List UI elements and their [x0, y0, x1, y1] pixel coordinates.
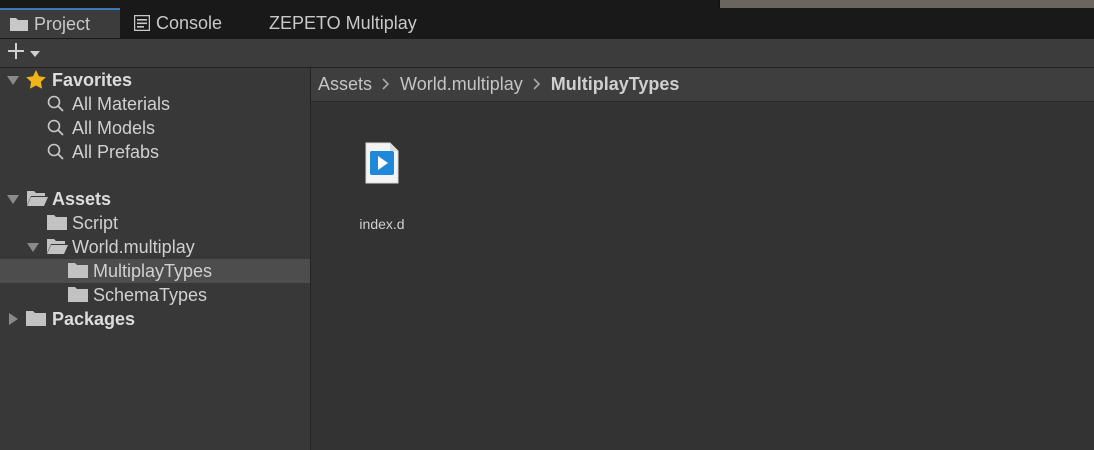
scene-view-edge — [718, 0, 1094, 8]
expand-arrow-icon[interactable] — [7, 76, 19, 85]
breadcrumb-assets[interactable]: Assets — [318, 74, 372, 95]
tree-item-all-materials[interactable]: All Materials — [0, 92, 310, 116]
tree-item-label: World.multiplay — [72, 237, 195, 257]
tree-item-all-prefabs[interactable]: All Prefabs — [0, 140, 310, 164]
project-content-panel: Assets World.multiplay MultiplayTypes in… — [311, 68, 1094, 450]
project-toolbar — [0, 39, 1094, 68]
tree-item-schematypes[interactable]: SchemaTypes — [0, 283, 310, 307]
tree-packages-label: Packages — [52, 309, 136, 329]
tab-bar: Project Console ZEPETO Multiplay — [0, 8, 1094, 39]
tab-zepeto-label: ZEPETO Multiplay — [269, 12, 417, 33]
tree-item-label: All Prefabs — [72, 142, 160, 162]
breadcrumb: Assets World.multiplay MultiplayTypes — [311, 68, 1094, 102]
plus-icon — [6, 41, 26, 66]
breadcrumb-multiplaytypes[interactable]: MultiplayTypes — [551, 74, 680, 95]
console-icon — [134, 15, 150, 31]
expand-arrow-icon[interactable] — [27, 243, 39, 252]
tab-project-label: Project — [34, 13, 91, 34]
create-button[interactable] — [6, 41, 48, 65]
window-top-strip — [0, 0, 1094, 8]
tree-packages[interactable]: Packages — [0, 307, 310, 331]
folder-open-icon — [26, 190, 48, 212]
tree-item-label: SchemaTypes — [93, 285, 208, 305]
folder-open-icon — [46, 238, 68, 260]
folder-icon — [26, 310, 46, 331]
breadcrumb-world-multiplay[interactable]: World.multiplay — [400, 74, 523, 95]
tree-item-all-models[interactable]: All Models — [0, 116, 310, 140]
tree-favorites[interactable]: Favorites — [0, 68, 310, 92]
search-icon — [47, 143, 65, 166]
folder-icon — [47, 214, 67, 235]
search-icon — [47, 95, 65, 118]
tree-favorites-label: Favorites — [52, 70, 133, 90]
tree-item-label: All Materials — [72, 94, 171, 114]
search-icon — [47, 119, 65, 142]
tree-item-label: Script — [72, 213, 119, 233]
tree-item-label: MultiplayTypes — [93, 261, 213, 281]
tree-item-script[interactable]: Script — [0, 211, 310, 235]
tree-assets[interactable]: Assets — [0, 187, 310, 211]
star-icon — [26, 70, 46, 94]
folder-icon — [68, 262, 88, 283]
tree-item-world-multiplay[interactable]: World.multiplay — [0, 235, 310, 259]
tab-console-label: Console — [156, 12, 223, 33]
tree-assets-label: Assets — [52, 189, 112, 209]
collapse-arrow-icon[interactable] — [9, 313, 18, 325]
tree-item-multiplaytypes[interactable]: MultiplayTypes — [0, 259, 310, 283]
tab-project[interactable]: Project — [0, 8, 120, 38]
tab-console[interactable]: Console — [124, 8, 249, 38]
folder-icon — [10, 17, 28, 31]
expand-arrow-icon[interactable] — [7, 195, 19, 204]
chevron-right-icon — [382, 74, 390, 95]
asset-item-label: index.d — [359, 216, 405, 232]
chevron-down-icon — [30, 44, 40, 62]
project-tree-panel: Favorites All Materials All Models All P… — [0, 68, 311, 450]
tab-zepeto-multiplay[interactable]: ZEPETO Multiplay — [258, 8, 443, 38]
folder-icon — [68, 286, 88, 307]
chevron-right-icon — [533, 74, 541, 95]
tree-item-label: All Models — [72, 118, 156, 138]
script-file-icon — [365, 142, 399, 189]
